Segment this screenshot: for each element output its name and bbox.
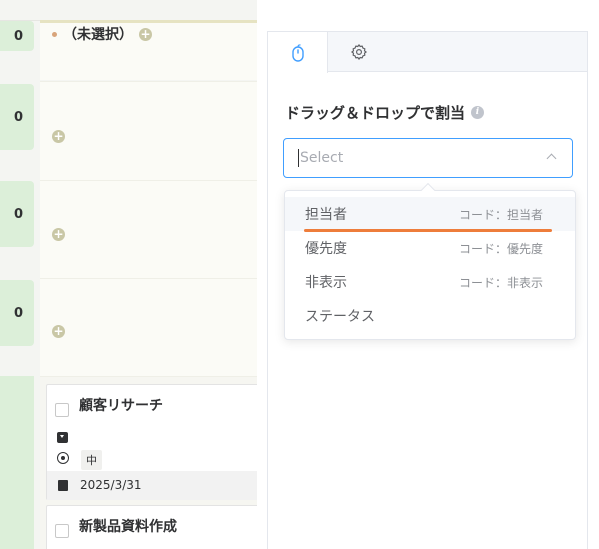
lane-body[interactable] (40, 81, 257, 180)
lane-count-badge: 0 (0, 280, 34, 346)
due-date: 2025/3/31 (80, 478, 142, 492)
priority-tag: 中 (81, 450, 102, 470)
add-item-icon[interactable]: + (52, 228, 65, 241)
lane-body[interactable] (40, 278, 257, 376)
option-code: コード：優先度 (458, 241, 543, 256)
lane-count-badge: 0 (0, 181, 34, 247)
gear-icon (351, 44, 367, 60)
calendar-icon (58, 480, 68, 491)
option-label: ステータス (305, 309, 375, 325)
task-title: 新製品資料作成 (79, 519, 177, 535)
task-checkbox[interactable] (55, 524, 69, 538)
task-checkbox[interactable] (55, 403, 69, 417)
dropdown-pointer (420, 182, 436, 198)
lane-title: （未選択） + (52, 24, 152, 44)
add-item-icon[interactable]: + (52, 130, 65, 143)
add-item-icon[interactable]: + (52, 325, 65, 338)
dropdown-square-icon[interactable] (57, 432, 68, 443)
tab-settings[interactable] (329, 32, 389, 72)
status-dot-icon (52, 31, 57, 37)
task-card[interactable]: 新製品資料作成 (46, 505, 257, 549)
assign-field-select[interactable] (283, 138, 573, 178)
task-card[interactable]: 顧客リサーチ 中 2025/3/31 (46, 384, 257, 500)
lane-body[interactable] (40, 180, 257, 278)
option-priority[interactable]: 優先度 コード：優先度 (285, 231, 575, 265)
lane-count-badge: 0 (0, 84, 34, 150)
task-title: 顧客リサーチ (79, 398, 163, 414)
assignment-settings-panel: ドラッグ＆ドロップで割当 i 担当者 コード：担当者 優先度 コード：優先度 非… (267, 31, 588, 549)
due-date-row: 2025/3/31 (47, 471, 257, 500)
option-status[interactable]: ステータス (285, 299, 575, 333)
option-label: 優先度 (305, 241, 347, 257)
select-input[interactable] (298, 149, 518, 167)
section-title: ドラッグ＆ドロップで割当 i (285, 102, 485, 123)
mouse-icon (291, 43, 304, 62)
tab-mouse[interactable] (268, 32, 328, 73)
kanban-board: 0 （未選択） + 0 + 0 + 0 + 顧客リサーチ 中 2025/3/31… (0, 0, 257, 549)
priority-radio-icon (57, 452, 69, 464)
info-icon[interactable]: i (471, 106, 485, 119)
lane-count-badge: 0 (0, 21, 34, 51)
option-code: コード：非表示 (458, 275, 543, 290)
section-title-label: ドラッグ＆ドロップで割当 (285, 104, 466, 122)
add-item-icon[interactable]: + (139, 27, 152, 41)
lane-title-label: （未選択） (63, 27, 133, 43)
option-assignee[interactable]: 担当者 コード：担当者 (285, 197, 575, 232)
option-code: コード：担当者 (458, 207, 543, 222)
panel-tabs (268, 32, 587, 73)
option-label: 非表示 (305, 275, 347, 291)
option-hidden[interactable]: 非表示 コード：非表示 (285, 265, 575, 299)
option-label: 担当者 (305, 207, 347, 223)
lane-count-badge-area (0, 376, 34, 549)
select-dropdown-menu: 担当者 コード：担当者 優先度 コード：優先度 非表示 コード：非表示 ステータ… (284, 182, 576, 340)
chevron-up-icon[interactable] (546, 153, 557, 164)
